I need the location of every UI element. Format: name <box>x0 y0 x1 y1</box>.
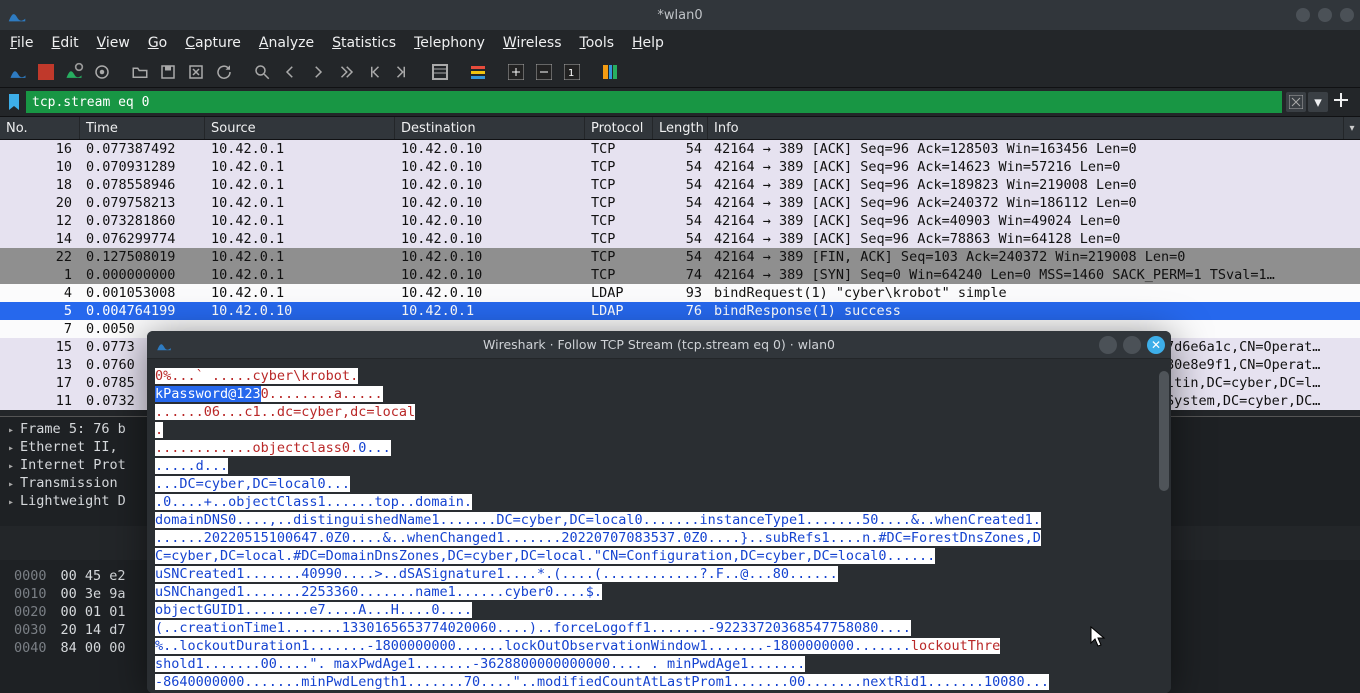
menu-edit[interactable]: Edit <box>51 35 78 51</box>
titlebar: *wlan0 <box>0 0 1360 30</box>
stop-capture-button[interactable] <box>34 60 58 84</box>
restart-capture-button[interactable] <box>62 60 86 84</box>
close-file-button[interactable] <box>184 60 208 84</box>
col-info[interactable]: Info <box>708 117 1344 139</box>
col-dest[interactable]: Destination <box>395 117 585 139</box>
col-no[interactable]: No. <box>0 117 80 139</box>
find-packet-button[interactable] <box>250 60 274 84</box>
filter-add-button[interactable] <box>1332 91 1354 113</box>
window-minimize-button[interactable] <box>1296 8 1310 22</box>
menu-tools[interactable]: Tools <box>580 35 615 51</box>
table-row[interactable]: 200.07975821310.42.0.110.42.0.10TCP54421… <box>0 194 1360 212</box>
colorize-button[interactable] <box>466 60 490 84</box>
follow-tcp-stream-dialog: Wireshark · Follow TCP Stream (tcp.strea… <box>147 331 1171 693</box>
resize-columns-button[interactable] <box>598 60 622 84</box>
dialog-minimize-button[interactable] <box>1099 336 1117 354</box>
dialog-scrollbar[interactable] <box>1159 371 1169 491</box>
go-forward-button[interactable] <box>306 60 330 84</box>
filter-bookmark-icon[interactable] <box>6 94 22 110</box>
go-first-button[interactable] <box>362 60 386 84</box>
zoom-in-button[interactable] <box>504 60 528 84</box>
interfaces-icon[interactable] <box>6 60 30 84</box>
window-close-button[interactable] <box>1340 8 1354 22</box>
wireshark-logo-icon <box>155 336 173 354</box>
menu-wireless[interactable]: Wireless <box>503 35 562 51</box>
menu-statistics[interactable]: Statistics <box>332 35 396 51</box>
table-row[interactable]: 140.07629977410.42.0.110.42.0.10TCP54421… <box>0 230 1360 248</box>
table-row[interactable]: 100.07093128910.42.0.110.42.0.10TCP54421… <box>0 158 1360 176</box>
dialog-close-button[interactable]: ✕ <box>1147 336 1165 354</box>
window-title: *wlan0 <box>0 8 1360 23</box>
menu-file[interactable]: File <box>10 35 33 51</box>
display-filter-bar: ▾ <box>0 88 1360 116</box>
menu-telephony[interactable]: Telephony <box>414 35 485 51</box>
table-row[interactable]: 120.07328186010.42.0.110.42.0.10TCP54421… <box>0 212 1360 230</box>
col-length[interactable]: Length <box>653 117 708 139</box>
menubar: File Edit View Go Capture Analyze Statistics Te… <box>0 30 1360 56</box>
table-row[interactable]: 40.00105300810.42.0.110.42.0.10LDAP93bin… <box>0 284 1360 302</box>
dialog-title: Wireshark · Follow TCP Stream (tcp.strea… <box>483 337 835 352</box>
open-file-button[interactable] <box>128 60 152 84</box>
menu-view[interactable]: View <box>97 35 130 51</box>
stream-text[interactable]: 0%...` .....cyber\krobot.kPassword@1230.… <box>155 367 1163 691</box>
table-row[interactable]: 160.07738749210.42.0.110.42.0.10TCP54421… <box>0 140 1360 158</box>
col-source[interactable]: Source <box>205 117 395 139</box>
svg-text:1: 1 <box>568 68 574 79</box>
reload-button[interactable] <box>212 60 236 84</box>
auto-scroll-button[interactable] <box>428 60 452 84</box>
table-row[interactable]: 180.07855894610.42.0.110.42.0.10TCP54421… <box>0 176 1360 194</box>
filter-clear-button[interactable] <box>1286 92 1306 112</box>
display-filter-input[interactable] <box>26 91 1282 113</box>
dialog-maximize-button[interactable] <box>1123 336 1141 354</box>
col-time[interactable]: Time <box>80 117 205 139</box>
filter-expression-button[interactable]: ▾ <box>1308 92 1328 112</box>
menu-capture[interactable]: Capture <box>185 35 241 51</box>
table-row[interactable]: 50.00476419910.42.0.1010.42.0.1LDAP76bin… <box>0 302 1360 320</box>
capture-options-button[interactable] <box>90 60 114 84</box>
menu-analyze[interactable]: Analyze <box>259 35 314 51</box>
table-row[interactable]: 10.00000000010.42.0.110.42.0.10TCP744216… <box>0 266 1360 284</box>
zoom-out-button[interactable] <box>532 60 556 84</box>
dialog-body[interactable]: 0%...` .....cyber\krobot.kPassword@1230.… <box>147 359 1171 693</box>
zoom-reset-button[interactable]: 1 <box>560 60 584 84</box>
go-to-packet-button[interactable] <box>334 60 358 84</box>
columns-menu-icon[interactable]: ▾ <box>1344 123 1360 134</box>
toolbar: 1 <box>0 56 1360 88</box>
col-proto[interactable]: Protocol <box>585 117 653 139</box>
table-row[interactable]: 220.12750801910.42.0.110.42.0.10TCP54421… <box>0 248 1360 266</box>
menu-go[interactable]: Go <box>148 35 167 51</box>
menu-help[interactable]: Help <box>632 35 664 51</box>
window-maximize-button[interactable] <box>1318 8 1332 22</box>
go-back-button[interactable] <box>278 60 302 84</box>
packet-list-header: No. Time Source Destination Protocol Len… <box>0 116 1360 140</box>
dialog-titlebar[interactable]: Wireshark · Follow TCP Stream (tcp.strea… <box>147 331 1171 359</box>
go-last-button[interactable] <box>390 60 414 84</box>
save-file-button[interactable] <box>156 60 180 84</box>
